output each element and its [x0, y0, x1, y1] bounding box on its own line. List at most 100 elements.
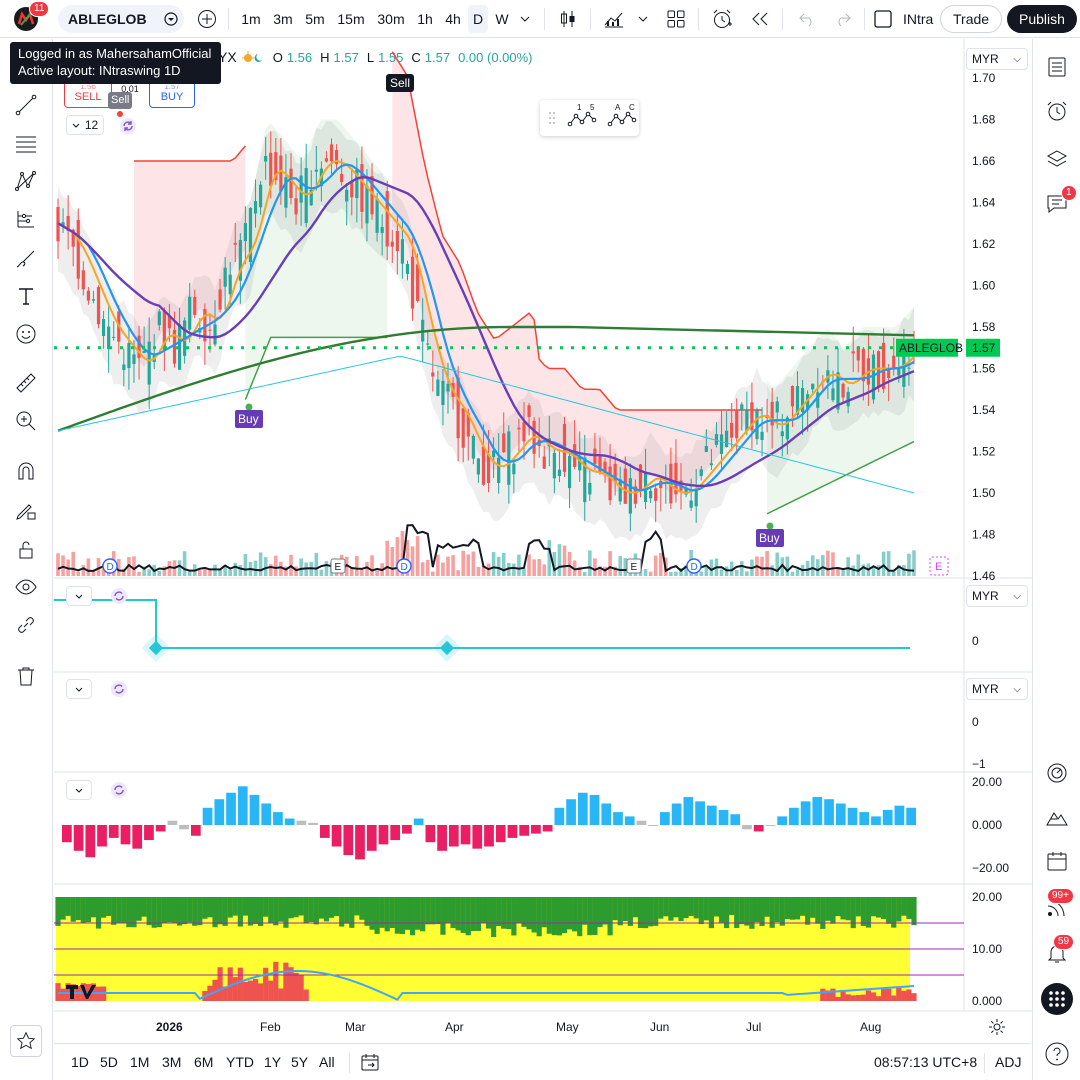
indicator-pane-2[interactable]: 0 −1 [972, 715, 986, 771]
event-marker-label: D [107, 562, 114, 573]
pane1-collapse-button[interactable] [66, 586, 92, 606]
volume-bar [815, 559, 820, 576]
histogram-bar [906, 807, 916, 825]
stay-drawing-tool[interactable] [12, 496, 40, 524]
chart-canvas[interactable]: Buy Buy D E D E D E 1.70 1.68 1.66 1.64 1.62 1.60 1.5… [54, 39, 1032, 1042]
green-column [845, 897, 851, 921]
refresh-icon[interactable] [110, 680, 128, 698]
help-button[interactable] [1043, 1040, 1071, 1068]
watchlist-button[interactable] [1043, 53, 1071, 81]
range-6m[interactable]: 6M [194, 1054, 213, 1070]
range-5y[interactable]: 5Y [291, 1054, 308, 1070]
link-tool[interactable] [12, 611, 40, 639]
currency-dropdown-main[interactable]: MYR ⌵ [966, 48, 1028, 70]
volume-profile-pane[interactable]: 20.00 10.00 0.000 [54, 890, 1002, 1008]
green-column [698, 897, 704, 925]
range-1y[interactable]: 1Y [264, 1054, 281, 1070]
interval-menu-button[interactable] [517, 5, 533, 33]
range-1m[interactable]: 1M [130, 1054, 149, 1070]
symbol-compare-icon[interactable] [164, 12, 178, 26]
hide-drawings-tool[interactable] [12, 573, 40, 601]
goto-date-button[interactable] [360, 1052, 380, 1077]
green-column [617, 897, 623, 926]
remove-drawings-tool[interactable] [12, 662, 40, 690]
symbol-search[interactable]: ABLEGLOB [58, 5, 184, 33]
zoom-tool[interactable] [12, 407, 40, 435]
add-symbol-button[interactable] [194, 5, 220, 33]
fullscreen-checkbox[interactable] [872, 5, 894, 33]
trend-line-tool[interactable] [12, 91, 40, 119]
sell-quick-button[interactable]: 1.56 SELL [64, 84, 112, 108]
currency-dropdown-ind2[interactable]: MYR ⌵ [966, 678, 1028, 700]
fib-tool[interactable] [12, 130, 40, 158]
object-tree-button[interactable] [1043, 145, 1071, 173]
lock-drawings-tool[interactable] [12, 536, 40, 564]
text-tool[interactable] [12, 282, 40, 310]
range-all[interactable]: All [319, 1054, 335, 1070]
undo-button[interactable] [794, 5, 820, 33]
green-column [779, 897, 785, 926]
range-5d[interactable]: 5D [100, 1054, 118, 1070]
layout-grid-button[interactable] [662, 5, 690, 33]
indicator-pane-1[interactable]: 0 [54, 599, 979, 663]
range-1d[interactable]: 1D [71, 1054, 89, 1070]
clock-display[interactable]: 08:57:13 UTC+8 [874, 1054, 977, 1070]
pattern-tool[interactable] [12, 167, 40, 195]
interval-1m[interactable]: 1m [236, 5, 266, 33]
technicals-button[interactable] [1043, 759, 1071, 787]
interval-w[interactable]: W [491, 5, 513, 33]
range-ytd[interactable]: YTD [226, 1054, 254, 1070]
trade-button[interactable]: Trade [940, 5, 1003, 33]
indicators-toggle[interactable]: 12 [66, 115, 104, 135]
chart-settings-button[interactable] [988, 1018, 1006, 1036]
ruler-tool[interactable] [12, 369, 40, 397]
refresh-icon[interactable] [110, 781, 128, 799]
pane3-collapse-button[interactable] [66, 780, 92, 800]
grid-icon [667, 10, 685, 28]
refresh-icon[interactable] [119, 117, 137, 135]
candle-body [426, 343, 430, 345]
redo-button[interactable] [830, 5, 856, 33]
candle-body [147, 341, 151, 385]
ideas-button[interactable] [1043, 803, 1071, 831]
interval-15m[interactable]: 15m [334, 5, 368, 33]
replay-button[interactable] [746, 5, 774, 33]
layout-name[interactable]: INtra [903, 5, 937, 33]
magnet-tool[interactable] [12, 457, 40, 485]
interval-4h[interactable]: 4h [441, 5, 465, 33]
indicators-button[interactable] [600, 5, 628, 33]
main-price-pane[interactable]: Buy Buy D E D E D E [54, 51, 964, 576]
refresh-icon[interactable] [110, 587, 128, 605]
brush-tool[interactable] [12, 245, 40, 273]
interval-1h[interactable]: 1h [413, 5, 437, 33]
currency-dropdown-ind1[interactable]: MYR ⌵ [966, 585, 1028, 607]
pane2-collapse-button[interactable] [66, 679, 92, 699]
green-column [409, 897, 416, 936]
indicators-menu-button[interactable] [634, 5, 652, 33]
volume-bar [876, 565, 881, 576]
candle-body [218, 289, 222, 310]
range-3m[interactable]: 3M [162, 1054, 181, 1070]
interval-d[interactable]: D [468, 5, 488, 33]
floating-pattern-toolbar[interactable]: 1 5 A C [540, 100, 639, 136]
green-column [75, 897, 81, 921]
forecast-tool[interactable] [12, 205, 40, 233]
histogram-pane[interactable]: 20.00 0.000 −20.00 [62, 775, 1009, 875]
favorites-tool[interactable] [10, 1025, 42, 1057]
publish-button[interactable]: Publish [1007, 5, 1077, 33]
chart-type-button[interactable] [554, 5, 582, 33]
sell-signal-tag[interactable]: Sell [386, 74, 415, 92]
interval-3m[interactable]: 3m [268, 5, 298, 33]
alert-button[interactable] [708, 5, 736, 33]
calendar-button[interactable] [1043, 847, 1071, 875]
adjust-toggle[interactable]: ADJ [995, 1054, 1021, 1070]
alerts-panel-button[interactable] [1043, 97, 1071, 125]
interval-30m[interactable]: 30m [372, 5, 410, 33]
histogram-bar [894, 805, 905, 825]
time-axis[interactable]: 2026 Feb Mar Apr May Jun Jul Aug [156, 1020, 881, 1034]
emoji-tool[interactable] [12, 320, 40, 348]
buy-quick-button[interactable]: 1.57 BUY [149, 84, 195, 108]
interval-5m[interactable]: 5m [300, 5, 330, 33]
products-button[interactable] [1041, 983, 1073, 1015]
sell-signal-tag-small[interactable]: Sell [108, 92, 133, 109]
